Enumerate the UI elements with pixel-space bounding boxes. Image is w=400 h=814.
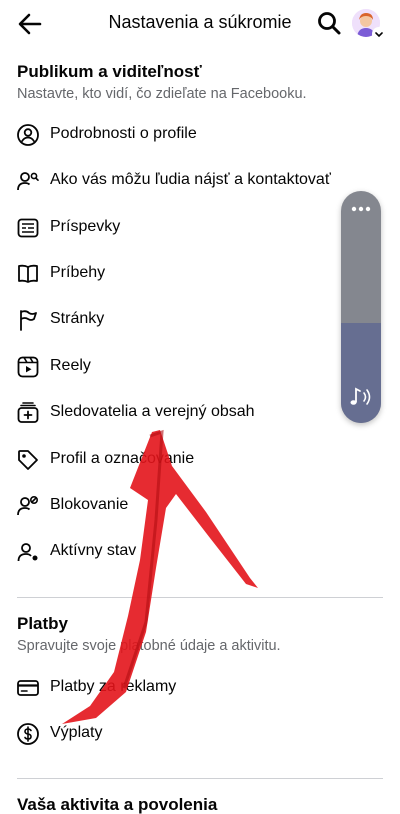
flag-icon	[20, 310, 37, 331]
settings-item-label: Ako vás môžu ľudia nájsť a kontaktovať	[50, 171, 331, 188]
settings-item-ad-payments[interactable]: Platby za reklamy	[0, 666, 360, 710]
avatar-menu-badge	[372, 27, 386, 41]
music-note-icon	[350, 387, 371, 405]
person-circle-icon	[17, 124, 39, 146]
settings-item-label: Stránky	[50, 310, 105, 327]
settings-item-followers[interactable]: Sledovatelia a verejný obsah	[0, 391, 360, 435]
dollar-circle-icon	[17, 723, 39, 745]
settings-item-blocking[interactable]: Blokovanie	[0, 484, 360, 528]
section-title-audience: Publikum a viditeľnosť	[17, 62, 202, 81]
settings-item-posts[interactable]: Príspevky	[0, 206, 360, 250]
section-divider	[17, 597, 383, 598]
settings-item-label: Reely	[50, 357, 91, 374]
header-bar: Nastavenia a súkromie	[0, 0, 400, 48]
credit-card-icon	[17, 680, 39, 696]
section-description-audience: Nastavte, kto vidí, čo zdieľate na Faceb…	[17, 86, 307, 102]
search-icon	[318, 12, 341, 35]
settings-item-find-contact[interactable]: Ako vás môžu ľudia nájsť a kontaktovať	[0, 159, 360, 203]
reels-icon	[17, 356, 39, 378]
block-person-icon	[17, 495, 39, 516]
settings-item-reels[interactable]: Reely	[0, 345, 360, 389]
section-description-payments: Spravujte svoje platobné údaje a aktivit…	[17, 638, 281, 654]
book-icon	[18, 264, 38, 283]
section-title-activity: Vaša aktivita a povolenia	[17, 795, 218, 814]
settings-item-stories[interactable]: Príbehy	[0, 252, 360, 296]
settings-item-label: Príbehy	[50, 264, 106, 281]
settings-item-payouts[interactable]: Výplaty	[0, 712, 360, 756]
settings-item-profile-tagging[interactable]: Profil a označovanie	[0, 438, 360, 482]
settings-item-label: Podrobnosti o profile	[50, 125, 197, 142]
settings-item-active-status[interactable]: Aktívny stav	[0, 530, 360, 574]
search-button[interactable]	[316, 10, 342, 36]
volume-overlay[interactable]	[341, 191, 381, 423]
section-divider	[17, 778, 383, 779]
person-search-icon	[17, 172, 39, 191]
active-status-icon	[17, 543, 38, 562]
settings-item-label: Profil a označovanie	[50, 450, 195, 467]
followers-icon	[17, 402, 39, 423]
settings-item-label: Aktívny stav	[50, 542, 137, 559]
settings-item-label: Príspevky	[50, 218, 121, 235]
section-title-payments: Platby	[17, 614, 69, 633]
settings-item-label: Platby za reklamy	[50, 678, 177, 695]
settings-item-label: Výplaty	[50, 724, 103, 741]
settings-item-label: Blokovanie	[50, 496, 129, 513]
profile-avatar-button[interactable]	[352, 9, 386, 41]
more-dots-icon[interactable]	[349, 201, 373, 217]
settings-item-pages[interactable]: Stránky	[0, 298, 360, 342]
settings-item-label: Sledovatelia a verejný obsah	[50, 403, 255, 420]
chevron-down-icon	[375, 32, 383, 38]
settings-item-profile-details[interactable]: Podrobnosti o profile	[0, 113, 360, 157]
posts-icon	[17, 218, 39, 238]
tag-icon	[18, 450, 38, 470]
